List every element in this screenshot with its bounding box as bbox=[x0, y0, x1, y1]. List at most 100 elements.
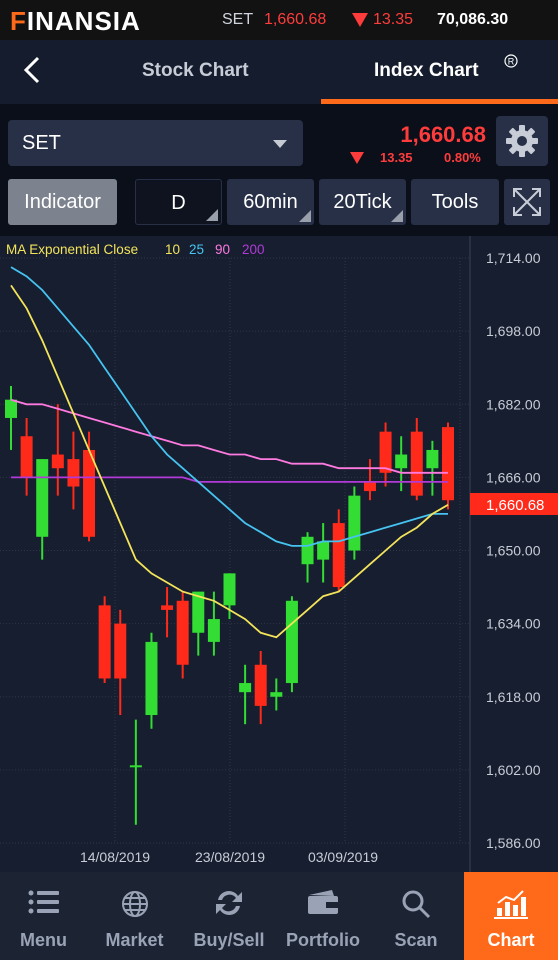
symbol-select[interactable]: SET bbox=[8, 120, 303, 166]
nav-market[interactable]: Market bbox=[91, 872, 178, 960]
ticker-price: 1,660.68 bbox=[264, 11, 327, 28]
candle-body bbox=[239, 683, 252, 693]
nav-buysell[interactable]: Buy/Sell bbox=[184, 872, 274, 960]
candle-body bbox=[161, 605, 174, 610]
candle-body bbox=[426, 449, 439, 469]
candle-body bbox=[129, 765, 142, 768]
nav-menu-label: Menu bbox=[20, 930, 67, 950]
top-bar: FINANSIA SET 1,660.68 13.35 70,086.30 bbox=[0, 0, 558, 40]
y-tick-label: 1,714.00 bbox=[486, 250, 541, 266]
fullscreen-button[interactable] bbox=[504, 179, 550, 225]
candle-body bbox=[51, 454, 64, 469]
nav-chart[interactable]: Chart bbox=[464, 872, 558, 960]
nav-portfolio[interactable]: Portfolio bbox=[278, 872, 368, 960]
wallet-icon bbox=[308, 890, 338, 914]
corner-icon bbox=[299, 210, 311, 222]
candle-body bbox=[317, 541, 330, 560]
registered-icon: R bbox=[504, 54, 518, 68]
candle-body bbox=[36, 459, 49, 537]
ticker-value: 70,086.30 bbox=[437, 11, 509, 28]
nav-scan[interactable]: Scan bbox=[372, 872, 460, 960]
nav-portfolio-label: Portfolio bbox=[286, 930, 360, 950]
settings-button[interactable] bbox=[496, 116, 548, 166]
period-60min-button[interactable]: 60min bbox=[227, 179, 314, 225]
chevron-down-icon bbox=[273, 140, 287, 148]
candle-body bbox=[442, 427, 454, 501]
tools-button[interactable]: Tools bbox=[411, 179, 499, 225]
quote-price: 1,660.68 bbox=[400, 122, 486, 147]
period-20tick-label: 20Tick bbox=[333, 191, 392, 213]
expand-icon bbox=[513, 188, 541, 216]
period-60min-label: 60min bbox=[243, 191, 298, 213]
search-icon bbox=[402, 890, 431, 919]
period-d-button[interactable]: D bbox=[135, 179, 222, 225]
candles bbox=[5, 385, 454, 825]
candle-body bbox=[348, 495, 361, 551]
indicator-label: Indicator bbox=[24, 191, 101, 213]
tools-label: Tools bbox=[431, 191, 479, 213]
candle-body bbox=[83, 449, 96, 537]
candle-body bbox=[379, 431, 392, 473]
ma-legend: MA Exponential Close 10 25 90 200 bbox=[6, 242, 265, 257]
candle-body bbox=[363, 481, 376, 492]
chart-area[interactable]: 1,714.00 1,698.00 1,682.00 1,666.00 1,650.00… bbox=[0, 236, 558, 872]
candle-body bbox=[5, 399, 17, 418]
last-price-tag: 1,660.68 bbox=[470, 493, 558, 515]
y-tick-label: 1,682.00 bbox=[486, 396, 541, 412]
candle-body bbox=[145, 641, 158, 716]
chart-grid bbox=[0, 236, 471, 872]
exchange-icon bbox=[216, 891, 242, 915]
y-tick-label: 1,698.00 bbox=[486, 323, 541, 339]
last-price-label: 1,660.68 bbox=[486, 497, 544, 514]
ticker-symbol: SET bbox=[222, 11, 254, 28]
globe-icon bbox=[121, 891, 148, 917]
x-tick-label: 14/08/2019 bbox=[80, 849, 150, 865]
back-icon[interactable] bbox=[22, 56, 42, 84]
legend-ma10: 10 bbox=[165, 242, 180, 257]
legend-ma90: 90 bbox=[215, 242, 230, 257]
y-axis: 1,714.00 1,698.00 1,682.00 1,666.00 1,650.00… bbox=[486, 250, 541, 851]
tab-index-chart[interactable]: Index Chart bbox=[374, 60, 479, 82]
y-tick-label: 1,586.00 bbox=[486, 835, 541, 851]
nav-bar: Stock Chart Index Chart R bbox=[0, 40, 558, 104]
candle-body bbox=[98, 605, 111, 679]
candle-body bbox=[395, 454, 408, 469]
candle-body bbox=[176, 600, 189, 665]
candle-body bbox=[270, 692, 283, 697]
y-tick-label: 1,602.00 bbox=[486, 762, 541, 778]
corner-icon bbox=[391, 210, 403, 222]
candle-body bbox=[254, 664, 267, 706]
bottom-nav: Menu Market Buy/Sell Portfolio Scan Char… bbox=[0, 872, 558, 960]
candle-body bbox=[410, 431, 423, 496]
candle-body bbox=[285, 600, 298, 684]
nav-menu[interactable]: Menu bbox=[0, 872, 87, 960]
svg-text:R: R bbox=[508, 57, 515, 67]
logo-text: INANSIA bbox=[26, 6, 141, 36]
legend-name: MA Exponential Close bbox=[6, 242, 138, 257]
quote-percent: 0.80% bbox=[444, 150, 481, 165]
indicator-button[interactable]: Indicator bbox=[8, 179, 117, 225]
down-arrow-icon bbox=[352, 13, 368, 27]
nav-market-label: Market bbox=[105, 930, 164, 950]
nav-scan-label: Scan bbox=[394, 930, 438, 950]
candle-body bbox=[114, 623, 127, 679]
candlestick-chart[interactable]: 1,714.00 1,698.00 1,682.00 1,666.00 1,650.00… bbox=[0, 236, 558, 872]
quote-change: 13.35 bbox=[380, 150, 413, 165]
period-20tick-button[interactable]: 20Tick bbox=[319, 179, 406, 225]
y-tick-label: 1,618.00 bbox=[486, 689, 541, 705]
gear-icon bbox=[506, 125, 538, 157]
finansia-logo: FINANSIA bbox=[10, 6, 141, 36]
x-tick-label: 03/09/2019 bbox=[308, 849, 378, 865]
y-tick-label: 1,634.00 bbox=[486, 616, 541, 632]
y-tick-label: 1,666.00 bbox=[486, 469, 541, 485]
candle-body bbox=[332, 523, 345, 588]
active-tab-underline bbox=[321, 99, 558, 104]
tab-stock-chart[interactable]: Stock Chart bbox=[142, 60, 249, 82]
candle-body bbox=[67, 459, 80, 487]
symbol-select-value: SET bbox=[22, 132, 61, 154]
legend-ma200: 200 bbox=[242, 242, 265, 257]
nav-buysell-label: Buy/Sell bbox=[193, 930, 265, 950]
candle-body bbox=[301, 536, 314, 565]
x-tick-label: 23/08/2019 bbox=[195, 849, 265, 865]
candle-body bbox=[223, 573, 236, 606]
